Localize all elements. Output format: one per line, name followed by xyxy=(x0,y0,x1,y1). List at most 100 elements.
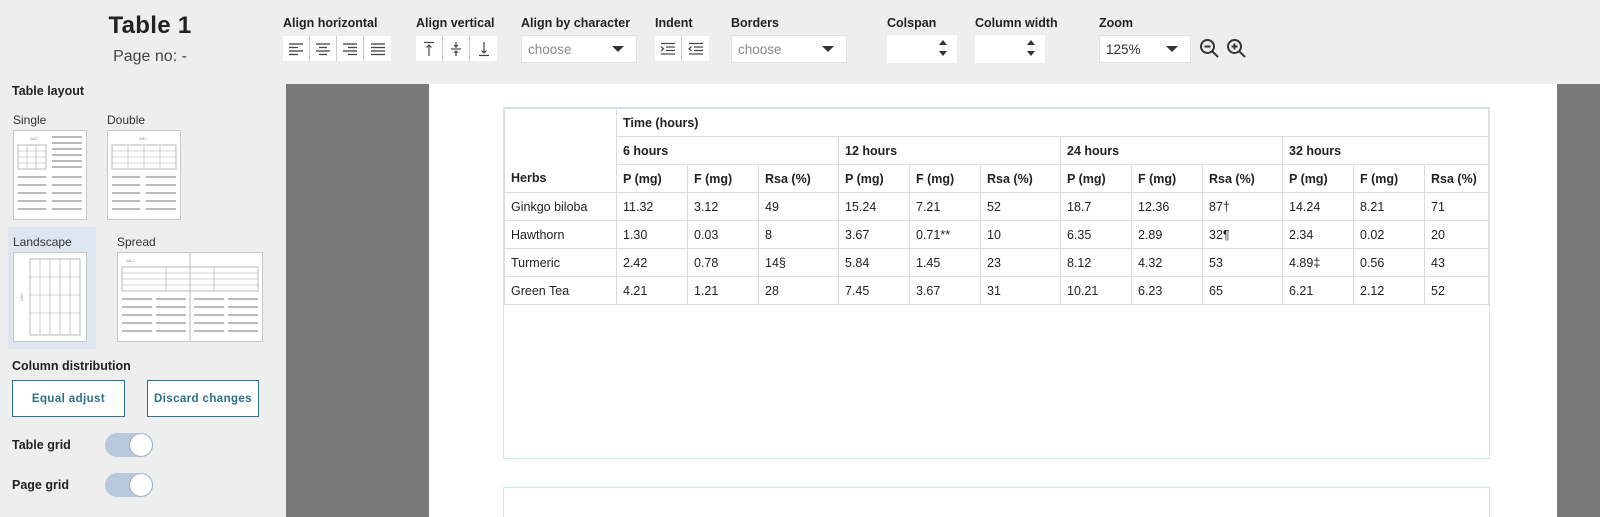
page-sheet: Herbs Time (hours) 6 hours 12 hours 24 hou… xyxy=(429,84,1557,517)
data-cell[interactable]: 7.21 xyxy=(909,192,981,221)
layout-landscape-option[interactable]: ABC xyxy=(13,252,87,342)
layout-spread-option[interactable]: ABC xyxy=(117,252,263,342)
herb-name-cell[interactable]: Ginkgo biloba xyxy=(504,192,617,221)
align-left-button[interactable] xyxy=(283,36,310,61)
data-cell[interactable]: 3.67 xyxy=(838,220,910,249)
data-cell[interactable]: 14§ xyxy=(758,248,839,277)
data-cell[interactable]: 4.21 xyxy=(616,276,688,305)
column-width-stepper[interactable] xyxy=(975,35,1045,63)
data-cell[interactable]: 18.7 xyxy=(1060,192,1132,221)
layout-single-option[interactable]: ABC xyxy=(13,130,87,220)
data-cell[interactable]: 3.67 xyxy=(909,276,981,305)
data-cell[interactable]: 2.34 xyxy=(1282,220,1354,249)
sub-header-cell[interactable]: P (mg) xyxy=(1060,164,1132,193)
data-cell[interactable]: 7.45 xyxy=(838,276,910,305)
data-cell[interactable]: 43 xyxy=(1424,248,1489,277)
data-cell[interactable]: 14.24 xyxy=(1282,192,1354,221)
data-cell[interactable]: 6.21 xyxy=(1282,276,1354,305)
zoom-in-button[interactable] xyxy=(1225,37,1249,61)
group-header-cell[interactable]: 32 hours xyxy=(1282,136,1489,165)
layout-double-option[interactable]: ABC xyxy=(107,130,181,220)
align-center-button[interactable] xyxy=(310,36,337,61)
data-cell[interactable]: 10 xyxy=(980,220,1061,249)
borders-select[interactable]: choose xyxy=(731,35,847,63)
colspan-stepper[interactable] xyxy=(887,35,957,63)
data-cell[interactable]: 2.12 xyxy=(1353,276,1425,305)
stepper-up-icon[interactable] xyxy=(1027,40,1035,45)
sub-header-cell[interactable]: F (mg) xyxy=(909,164,981,193)
herb-name-cell[interactable]: Green Tea xyxy=(504,276,617,305)
align-top-button[interactable] xyxy=(416,36,443,61)
data-cell[interactable]: 49 xyxy=(758,192,839,221)
data-cell[interactable]: 52 xyxy=(1424,276,1489,305)
data-cell[interactable]: 11.32 xyxy=(616,192,688,221)
sub-header-cell[interactable]: P (mg) xyxy=(838,164,910,193)
data-cell[interactable]: 65 xyxy=(1202,276,1283,305)
page-grid-toggle[interactable] xyxy=(105,473,153,497)
sub-header-cell[interactable]: P (mg) xyxy=(616,164,688,193)
data-cell[interactable]: 3.12 xyxy=(687,192,759,221)
data-cell[interactable]: 20 xyxy=(1424,220,1489,249)
data-cell[interactable]: 0.02 xyxy=(1353,220,1425,249)
align-right-button[interactable] xyxy=(337,36,364,61)
next-table-frame xyxy=(503,487,1490,517)
data-cell[interactable]: 10.21 xyxy=(1060,276,1132,305)
stepper-up-icon[interactable] xyxy=(939,40,947,45)
data-cell[interactable]: 5.84 xyxy=(838,248,910,277)
group-header-cell[interactable]: 6 hours xyxy=(616,136,839,165)
data-cell[interactable]: 28 xyxy=(758,276,839,305)
discard-changes-button[interactable]: Discard changes xyxy=(147,380,259,417)
sub-header-cell[interactable]: P (mg) xyxy=(1282,164,1354,193)
data-cell[interactable]: 8 xyxy=(758,220,839,249)
data-cell[interactable]: 53 xyxy=(1202,248,1283,277)
align-bottom-button[interactable] xyxy=(470,36,497,61)
sub-header-cell[interactable]: F (mg) xyxy=(1131,164,1203,193)
data-cell[interactable]: 23 xyxy=(980,248,1061,277)
stepper-down-icon[interactable] xyxy=(939,51,947,56)
equal-adjust-button[interactable]: Equal adjust xyxy=(12,380,125,417)
data-cell[interactable]: 4.32 xyxy=(1131,248,1203,277)
sub-header-cell[interactable]: F (mg) xyxy=(687,164,759,193)
table-grid-toggle[interactable] xyxy=(105,433,153,457)
data-cell[interactable]: 6.35 xyxy=(1060,220,1132,249)
sub-header-cell[interactable]: Rsa (%) xyxy=(1424,164,1489,193)
data-cell[interactable]: 8.12 xyxy=(1060,248,1132,277)
align-character-select[interactable]: choose xyxy=(521,35,637,63)
data-cell[interactable]: 1.21 xyxy=(687,276,759,305)
data-cell[interactable]: 0.56 xyxy=(1353,248,1425,277)
sub-header-cell[interactable]: Rsa (%) xyxy=(1202,164,1283,193)
data-cell[interactable]: 87† xyxy=(1202,192,1283,221)
data-cell[interactable]: 0.71** xyxy=(909,220,981,249)
row-header-cell[interactable]: Herbs xyxy=(504,108,617,193)
data-cell[interactable]: 0.78 xyxy=(687,248,759,277)
data-cell[interactable]: 15.24 xyxy=(838,192,910,221)
data-cell[interactable]: 12.36 xyxy=(1131,192,1203,221)
group-header-cell[interactable]: 12 hours xyxy=(838,136,1061,165)
data-cell[interactable]: 1.45 xyxy=(909,248,981,277)
data-cell[interactable]: 1.30 xyxy=(616,220,688,249)
zoom-select[interactable]: 125% xyxy=(1099,35,1191,63)
group-header-cell[interactable]: 24 hours xyxy=(1060,136,1283,165)
herb-name-cell[interactable]: Hawthorn xyxy=(504,220,617,249)
data-cell[interactable]: 8.21 xyxy=(1353,192,1425,221)
stepper-down-icon[interactable] xyxy=(1027,51,1035,56)
sub-header-cell[interactable]: F (mg) xyxy=(1353,164,1425,193)
data-cell[interactable]: 31 xyxy=(980,276,1061,305)
zoom-out-button[interactable] xyxy=(1198,37,1222,61)
herb-name-cell[interactable]: Turmeric xyxy=(504,248,617,277)
data-cell[interactable]: 0.03 xyxy=(687,220,759,249)
data-cell[interactable]: 32¶ xyxy=(1202,220,1283,249)
align-middle-button[interactable] xyxy=(443,36,470,61)
data-cell[interactable]: 6.23 xyxy=(1131,276,1203,305)
data-cell[interactable]: 52 xyxy=(980,192,1061,221)
indent-increase-button[interactable] xyxy=(655,36,682,61)
sub-header-cell[interactable]: Rsa (%) xyxy=(980,164,1061,193)
data-cell[interactable]: 4.89‡ xyxy=(1282,248,1354,277)
align-justify-button[interactable] xyxy=(364,36,391,61)
time-header-cell[interactable]: Time (hours) xyxy=(616,108,1489,137)
indent-decrease-button[interactable] xyxy=(682,36,709,61)
sub-header-cell[interactable]: Rsa (%) xyxy=(758,164,839,193)
data-cell[interactable]: 71 xyxy=(1424,192,1489,221)
data-cell[interactable]: 2.42 xyxy=(616,248,688,277)
data-cell[interactable]: 2.89 xyxy=(1131,220,1203,249)
